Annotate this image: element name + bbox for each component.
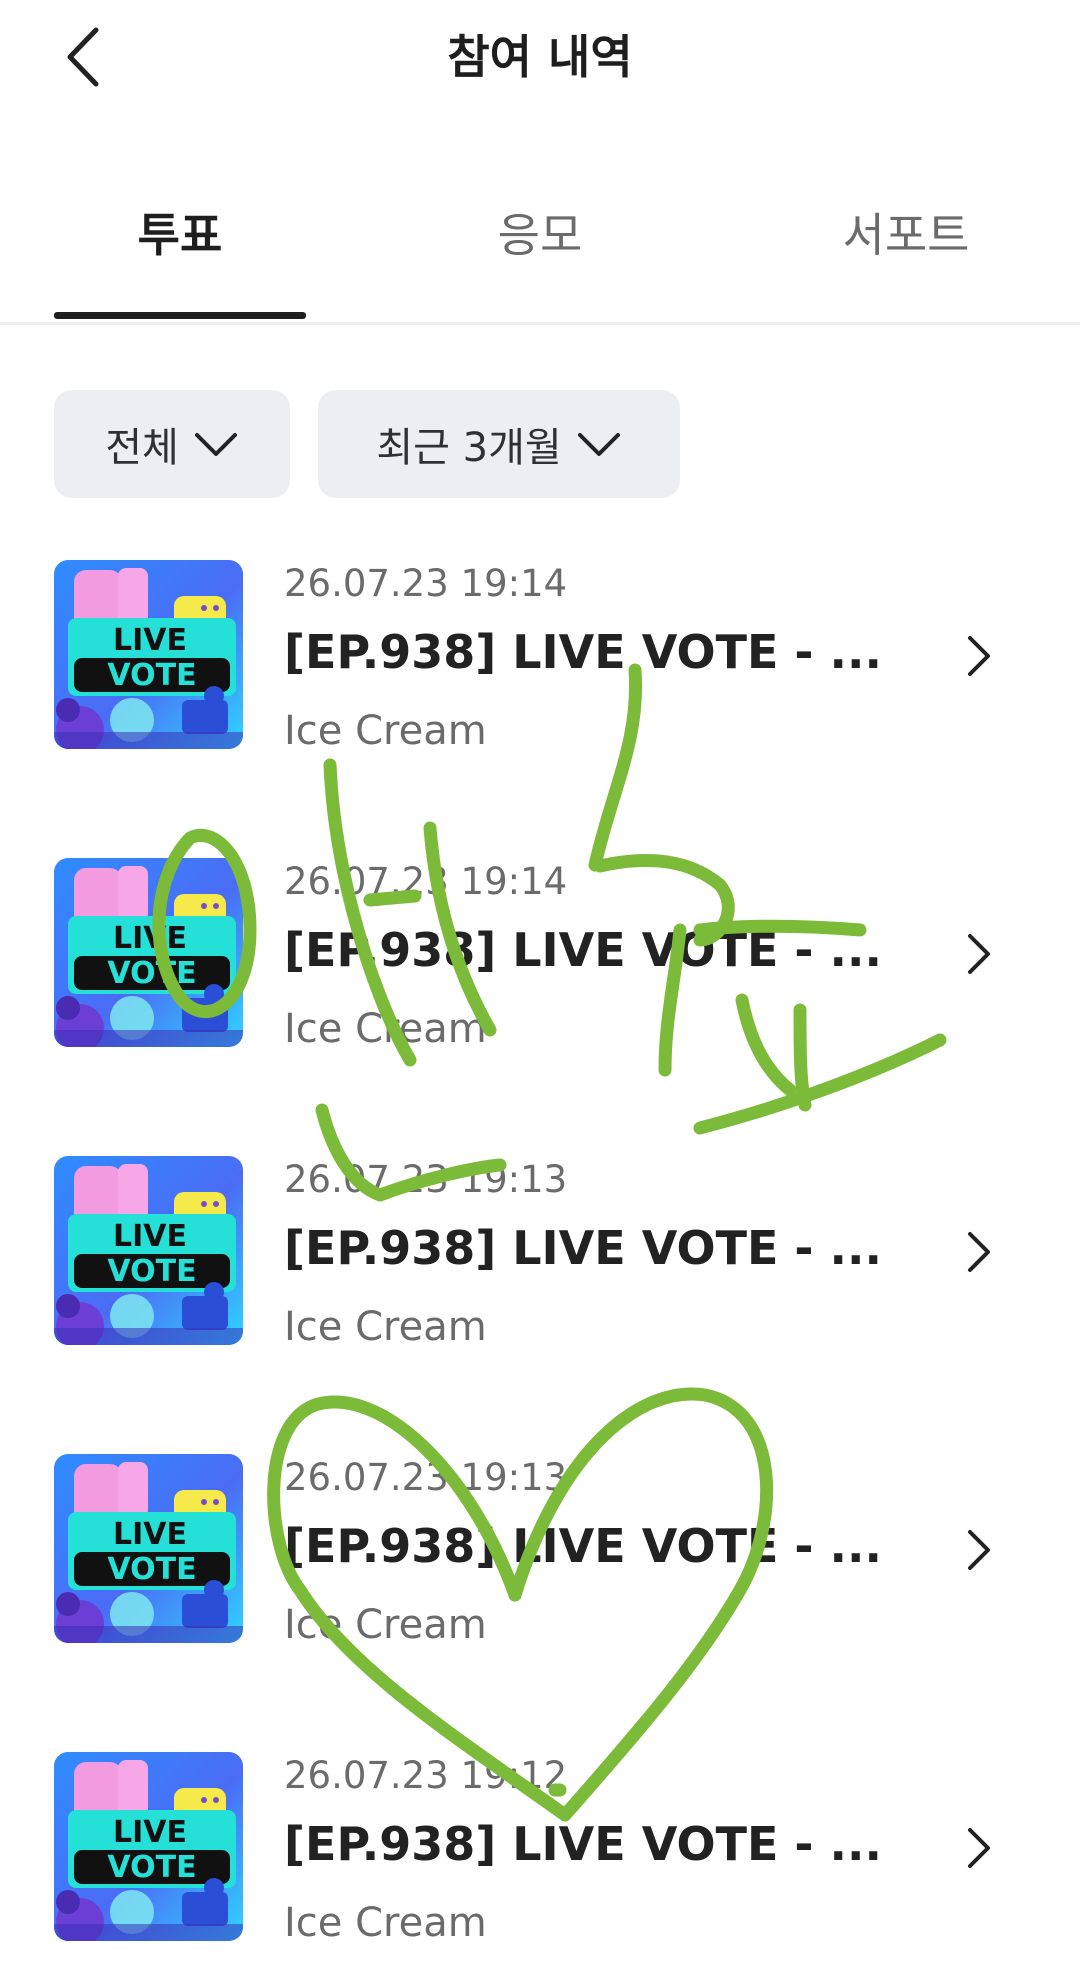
- item-title: [EP.938] LIVE VOTE - ...: [284, 625, 882, 679]
- item-date: 26.07.23 19:13: [284, 1158, 568, 1201]
- chevron-right-icon: [968, 636, 990, 676]
- thumbnail-text-live: LIVE: [113, 1219, 187, 1254]
- thumbnail-text-live: LIVE: [113, 623, 187, 658]
- item-title: [EP.938] LIVE VOTE - ...: [284, 923, 882, 977]
- item-artist: Ice Cream: [284, 1006, 487, 1052]
- thumbnail-text-live: LIVE: [113, 1815, 187, 1850]
- vote-thumbnail: LIVE VOTE: [54, 1752, 243, 1941]
- item-title: [EP.938] LIVE VOTE - ...: [284, 1817, 882, 1871]
- vote-thumbnail: LIVE VOTE: [54, 1156, 243, 1345]
- vote-thumbnail: LIVE VOTE: [54, 560, 243, 749]
- vote-thumbnail: LIVE VOTE: [54, 858, 243, 1047]
- thumbnail-text-vote: VOTE: [107, 1850, 196, 1885]
- header: 참여 내역: [0, 0, 1080, 120]
- thumbnail-text-vote: VOTE: [107, 1552, 196, 1587]
- tab-support[interactable]: 서포트: [780, 200, 1032, 270]
- item-date: 26.07.23 19:13: [284, 1456, 568, 1499]
- thumbnail-text-vote: VOTE: [107, 1254, 196, 1289]
- thumbnail-text-vote: VOTE: [107, 658, 196, 693]
- chevron-right-icon: [968, 1530, 990, 1570]
- item-artist: Ice Cream: [284, 1304, 487, 1350]
- period-filter-dropdown[interactable]: 최근 3개월: [318, 390, 680, 498]
- chevron-right-icon: [968, 934, 990, 974]
- list-item[interactable]: LIVE VOTE 26.07.23 19:13 [EP.938] LIVE VO…: [0, 1454, 1080, 1648]
- thumbnail-text-vote: VOTE: [107, 956, 196, 991]
- item-artist: Ice Cream: [284, 708, 487, 754]
- item-title: [EP.938] LIVE VOTE - ...: [284, 1519, 882, 1573]
- item-date: 26.07.23 19:14: [284, 860, 568, 903]
- item-title: [EP.938] LIVE VOTE - ...: [284, 1221, 882, 1275]
- page-title: 참여 내역: [447, 30, 633, 84]
- list-item[interactable]: LIVE VOTE 26.07.23 19:14 [EP.938] LIVE VO…: [0, 858, 1080, 1052]
- category-filter-label: 전체: [105, 425, 179, 471]
- category-filter-dropdown[interactable]: 전체: [54, 390, 290, 498]
- item-artist: Ice Cream: [284, 1602, 487, 1648]
- tab-apply[interactable]: 응모: [414, 200, 666, 270]
- item-date: 26.07.23 19:12: [284, 1754, 568, 1797]
- chevron-right-icon: [968, 1232, 990, 1272]
- tab-bar: 투표 응모 서포트: [0, 180, 1080, 325]
- thumbnail-text-live: LIVE: [113, 1517, 187, 1552]
- list-item[interactable]: LIVE VOTE 26.07.23 19:14 [EP.938] LIVE VO…: [0, 560, 1080, 754]
- item-artist: Ice Cream: [284, 1900, 487, 1946]
- chevron-down-icon: [577, 433, 620, 456]
- period-filter-label: 최근 3개월: [376, 425, 562, 471]
- chevron-right-icon: [968, 1828, 990, 1868]
- item-date: 26.07.23 19:14: [284, 562, 568, 605]
- active-tab-indicator: [54, 312, 306, 319]
- thumbnail-text-live: LIVE: [113, 921, 187, 956]
- list-item[interactable]: LIVE VOTE 26.07.23 19:13 [EP.938] LIVE VO…: [0, 1156, 1080, 1350]
- list-item[interactable]: LIVE VOTE 26.07.23 19:12 [EP.938] LIVE VO…: [0, 1752, 1080, 1946]
- vote-thumbnail: LIVE VOTE: [54, 1454, 243, 1643]
- chevron-down-icon: [194, 433, 237, 456]
- tab-vote[interactable]: 투표: [54, 200, 306, 270]
